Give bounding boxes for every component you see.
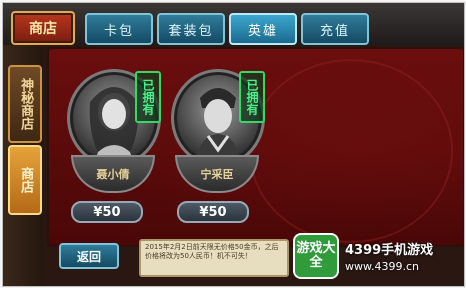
price-tag[interactable]: ¥50 <box>71 201 143 223</box>
top-bar: 商店 卡包 套装包 英雄 充值 <box>3 3 464 45</box>
hero-card[interactable]: 已拥有 聂小倩 <box>65 59 165 219</box>
shop-title-badge: 商店 <box>11 11 75 45</box>
hero-name: 宁采臣 <box>175 155 259 193</box>
tab-set-pack[interactable]: 套装包 <box>157 13 225 45</box>
tab-recharge[interactable]: 充值 <box>301 13 369 45</box>
hero-card[interactable]: 已拥有 宁采臣 <box>169 59 269 219</box>
owned-badge: 已拥有 <box>239 71 265 123</box>
sidebar-item-shop[interactable]: 商店 <box>8 145 42 215</box>
tab-heroes[interactable]: 英雄 <box>229 13 297 45</box>
price-tag[interactable]: ¥50 <box>177 201 249 223</box>
watermark-brand: 4399手机游戏 <box>345 243 434 258</box>
watermark-url: www.4399.cn <box>345 260 419 273</box>
hero-name: 聂小倩 <box>71 155 155 193</box>
sidebar: 神秘商店 商店 <box>3 45 43 286</box>
owned-badge: 已拥有 <box>135 71 161 123</box>
tab-card-pack[interactable]: 卡包 <box>85 13 153 45</box>
promo-notice: 2015年2月2日前天限无价格50金币，之后价格将改为50人民币！机不可失！ <box>139 239 289 277</box>
game-window: 商店 卡包 套装包 英雄 充值 神秘商店 商店 已拥有 聂小倩 已拥有 宁采臣 … <box>2 2 465 287</box>
watermark-logo: 游戏大全 <box>295 235 337 277</box>
back-button[interactable]: 返回 <box>59 243 119 269</box>
sidebar-item-mystery-shop[interactable]: 神秘商店 <box>8 65 42 143</box>
dragon-ornament <box>249 59 453 243</box>
